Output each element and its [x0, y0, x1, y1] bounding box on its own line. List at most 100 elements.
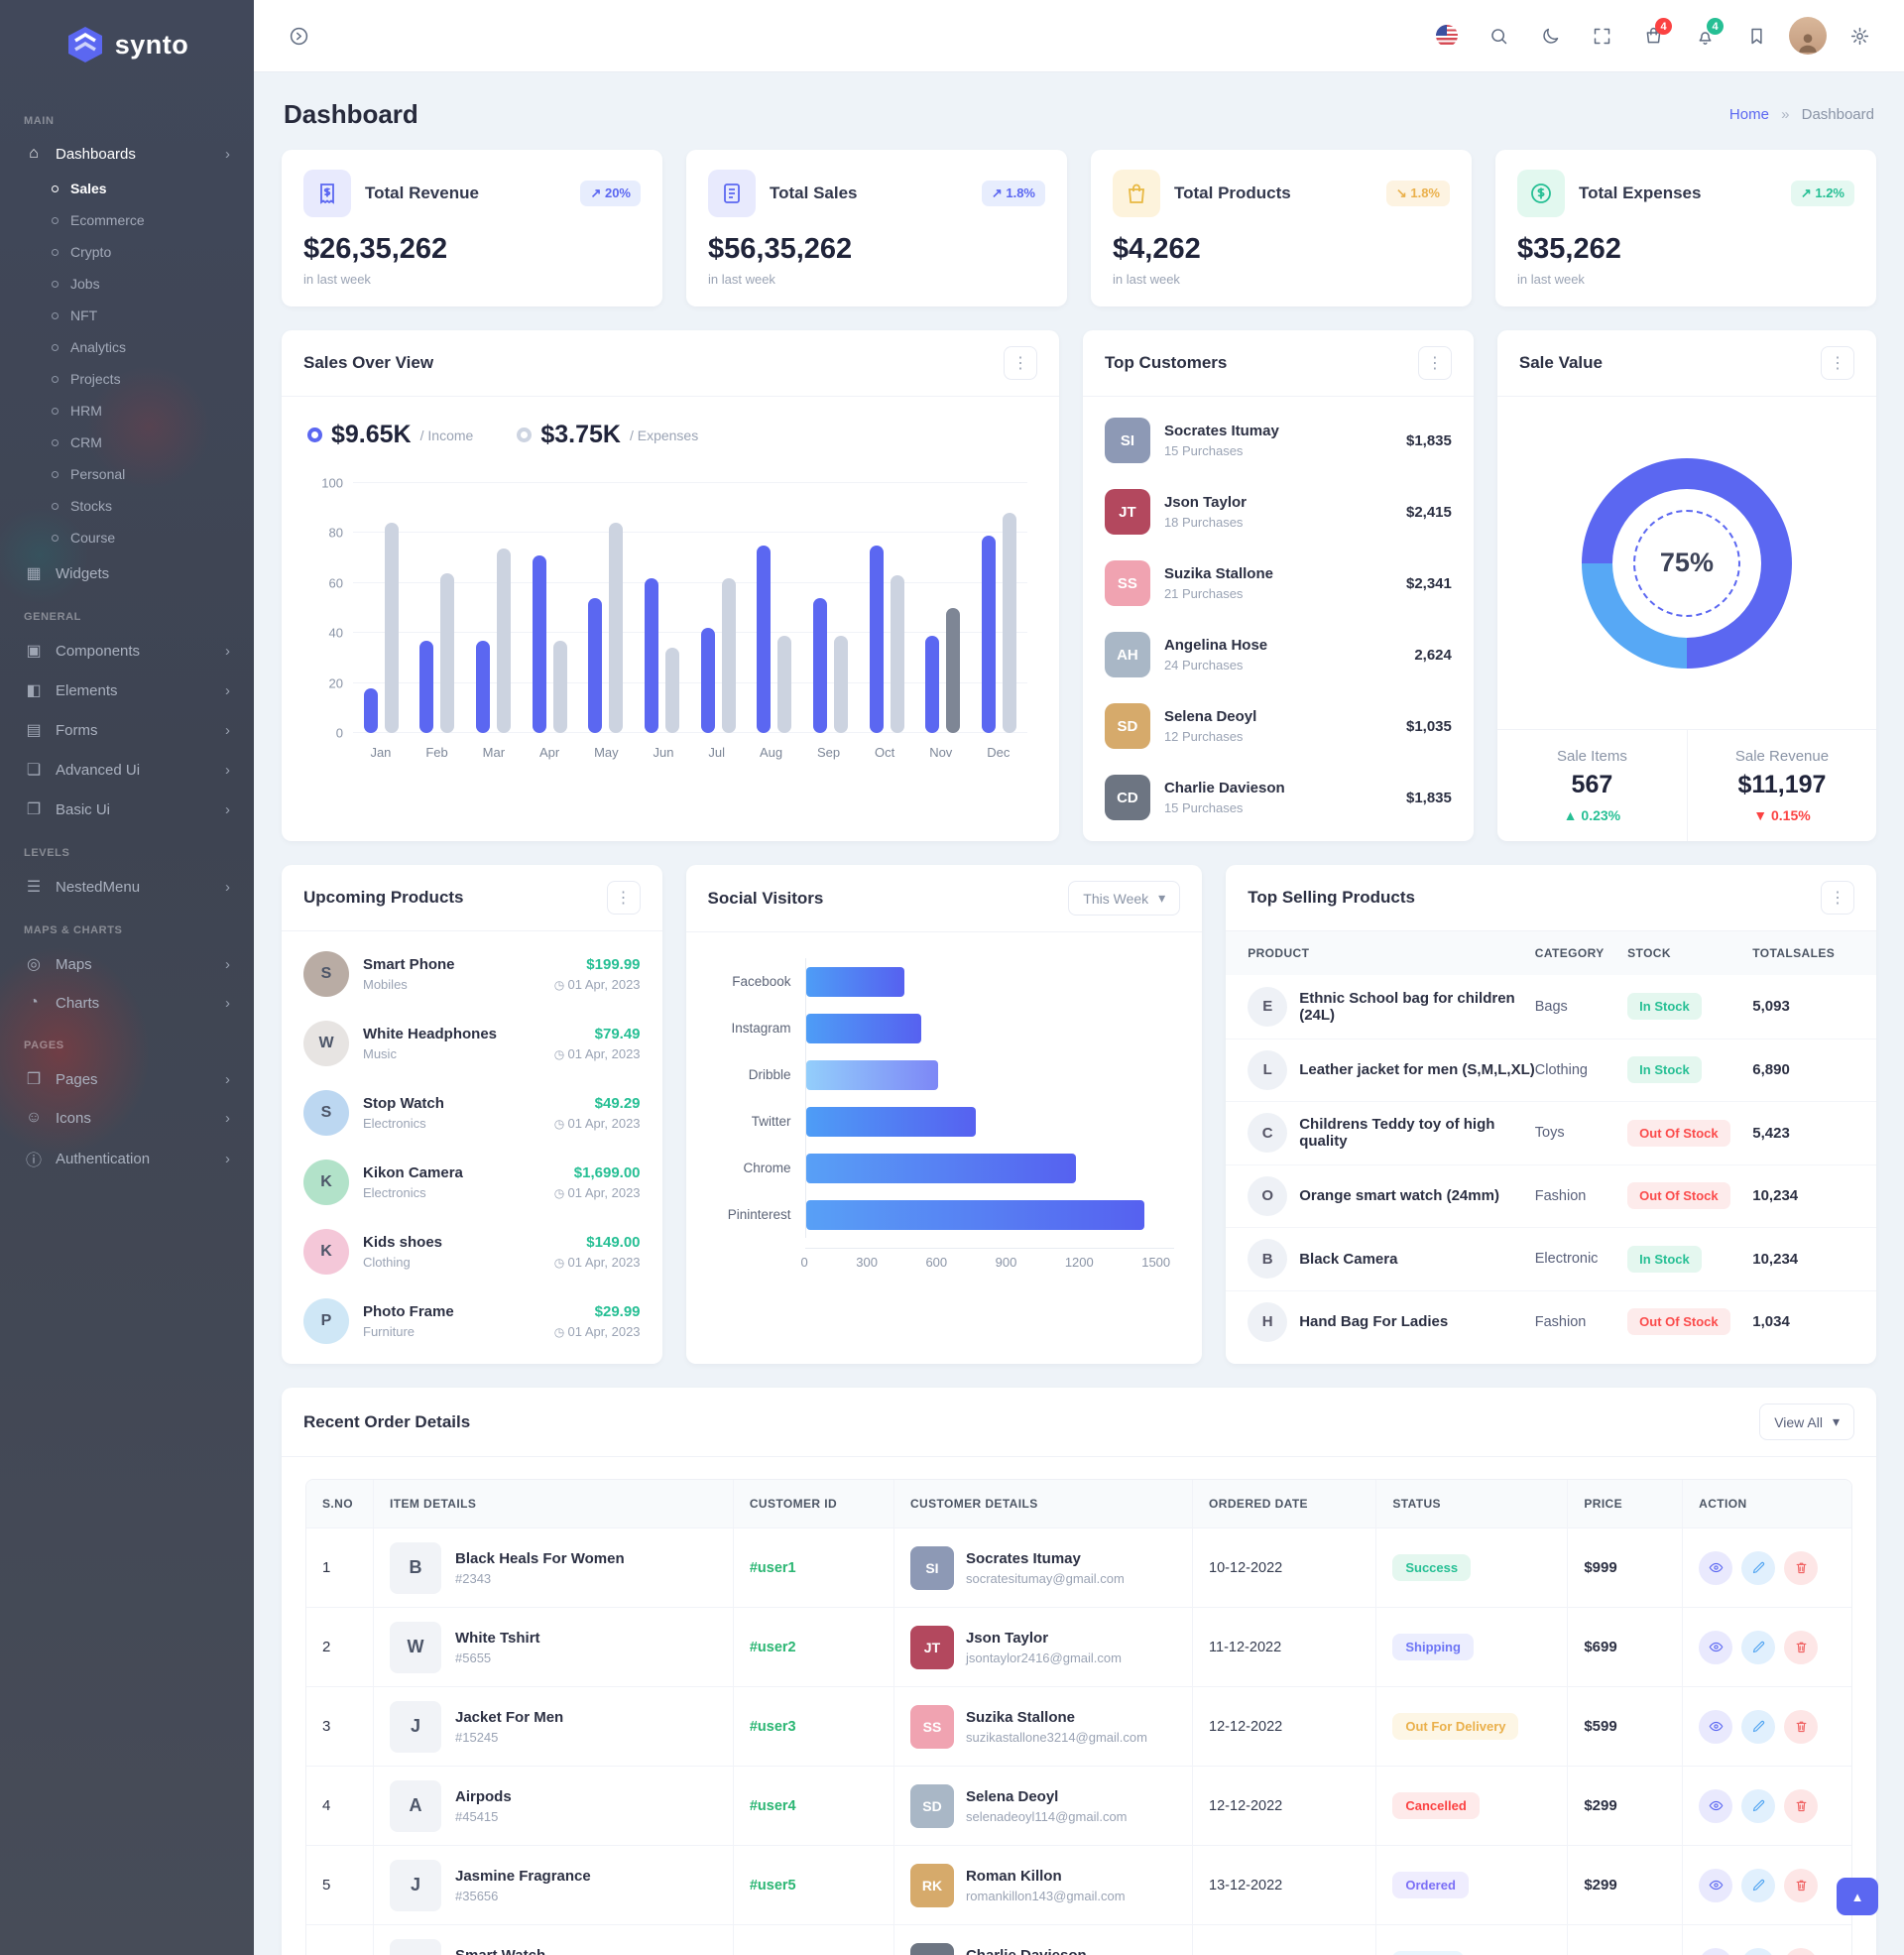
order-table-row[interactable]: 3 J Jacket For Men#15245 #user3 SS Suzik… — [306, 1686, 1851, 1766]
view-order-button[interactable] — [1699, 1631, 1732, 1664]
sidebar-item-pages[interactable]: ❒Pages› — [0, 1059, 254, 1099]
sidebar-item-icons[interactable]: ☺Icons› — [0, 1099, 254, 1137]
brand-logo[interactable]: synto — [0, 0, 254, 89]
view-all-button[interactable]: View All ▾ — [1759, 1404, 1854, 1440]
top-selling-row[interactable]: H Hand Bag For Ladies Fashion Out Of Sto… — [1226, 1290, 1876, 1354]
bookmark-icon[interactable] — [1737, 17, 1775, 55]
settings-gear-icon[interactable] — [1841, 17, 1878, 55]
stat-value: $26,35,262 — [303, 233, 641, 266]
panel-menu-button[interactable] — [1418, 346, 1452, 380]
product-date: 01 Apr, 2023 — [554, 1046, 641, 1061]
customer-name: Selena Deoyl — [966, 1788, 1058, 1805]
sidebar-subitem-jobs[interactable]: Jobs — [0, 268, 254, 300]
upcoming-product-row[interactable]: S Smart Phone Mobiles $199.99 01 Apr, 20… — [282, 939, 662, 1009]
order-table-row[interactable]: 1 B Black Heals For Women#2343 #user1 SI… — [306, 1527, 1851, 1607]
sidebar-item-nestedmenu[interactable]: ☰NestedMenu› — [0, 867, 254, 907]
edit-order-button[interactable] — [1741, 1551, 1775, 1585]
edit-order-button[interactable] — [1741, 1789, 1775, 1823]
sidebar-item-components[interactable]: ▣Components› — [0, 631, 254, 671]
delete-order-button[interactable] — [1784, 1948, 1818, 1955]
avatar: SD — [1105, 703, 1150, 749]
item-thumbnail: A — [390, 1780, 441, 1832]
sidebar-item-authentication[interactable]: ⓘAuthentication› — [0, 1137, 254, 1180]
sidebar-item-maps[interactable]: ◎Maps› — [0, 944, 254, 984]
bullet-icon — [52, 344, 59, 351]
customer-row[interactable]: SS Suzika Stallone 21 Purchases $2,341 — [1083, 548, 1474, 619]
edit-order-button[interactable] — [1741, 1631, 1775, 1664]
view-order-button[interactable] — [1699, 1789, 1732, 1823]
order-table-row[interactable]: 2 W White Tshirt#5655 #user2 JT Json Tay… — [306, 1607, 1851, 1686]
chevron-right-icon: › — [225, 1151, 230, 1167]
sidebar-subitem-nft[interactable]: NFT — [0, 300, 254, 331]
sidebar-subitem-sales[interactable]: Sales — [0, 173, 254, 204]
panel-menu-button[interactable] — [1821, 881, 1854, 915]
upcoming-product-row[interactable]: K Kikon Camera Electronics $1,699.00 01 … — [282, 1148, 662, 1217]
sidebar-item-label: Maps — [56, 956, 213, 973]
customer-row[interactable]: JT Json Taylor 18 Purchases $2,415 — [1083, 476, 1474, 548]
delete-order-button[interactable] — [1784, 1631, 1818, 1664]
fullscreen-icon[interactable] — [1583, 17, 1620, 55]
customer-row[interactable]: SI Socrates Itumay 15 Purchases $1,835 — [1083, 405, 1474, 476]
search-icon[interactable] — [1480, 17, 1517, 55]
breadcrumb-home-link[interactable]: Home — [1729, 106, 1769, 123]
delete-order-button[interactable] — [1784, 1710, 1818, 1744]
sidebar-subitem-ecommerce[interactable]: Ecommerce — [0, 204, 254, 236]
upcoming-product-row[interactable]: P Photo Frame Furniture $29.99 01 Apr, 2… — [282, 1286, 662, 1356]
language-flag-icon[interactable] — [1428, 17, 1466, 55]
order-table-row[interactable]: 6 S Smart Watch#622545 #user6 CD Charlie… — [306, 1924, 1851, 1955]
sidebar-subitem-hrm[interactable]: HRM — [0, 395, 254, 427]
top-selling-row[interactable]: B Black Camera Electronic In Stock 10,23… — [1226, 1227, 1876, 1290]
customer-id: #user4 — [750, 1798, 796, 1814]
top-selling-row[interactable]: L Leather jacket for men (S,M,L,XL) Clot… — [1226, 1039, 1876, 1102]
scroll-to-top-button[interactable]: ▲ — [1837, 1878, 1878, 1915]
view-order-button[interactable] — [1699, 1869, 1732, 1902]
social-bar — [806, 967, 904, 997]
customer-row[interactable]: AH Angelina Hose 24 Purchases 2,624 — [1083, 619, 1474, 690]
sidebar-item-elements[interactable]: ◧Elements› — [0, 671, 254, 710]
order-table-row[interactable]: 4 A Airpods#45415 #user4 SD Selena Deoyl… — [306, 1766, 1851, 1845]
view-order-button[interactable] — [1699, 1948, 1732, 1955]
delete-order-button[interactable] — [1784, 1869, 1818, 1902]
dark-mode-moon-icon[interactable] — [1531, 17, 1569, 55]
upcoming-product-row[interactable]: K Kids shoes Clothing $149.00 01 Apr, 20… — [282, 1217, 662, 1286]
sidebar-subitem-projects[interactable]: Projects — [0, 363, 254, 395]
total-sales-value: 10,234 — [1752, 1187, 1854, 1204]
sidebar-item-advanced-ui[interactable]: ❏Advanced Ui› — [0, 750, 254, 790]
delete-order-button[interactable] — [1784, 1551, 1818, 1585]
panel-menu-button[interactable] — [1821, 346, 1854, 380]
week-filter-select[interactable]: This Week ▾ — [1068, 881, 1180, 916]
upcoming-product-row[interactable]: W White Headphones Music $79.49 01 Apr, … — [282, 1009, 662, 1078]
panel-menu-button[interactable] — [1004, 346, 1037, 380]
sidebar-item-dashboards[interactable]: ⌂Dashboards› — [0, 135, 254, 173]
sidebar-subitem-crm[interactable]: CRM — [0, 427, 254, 458]
cart-icon[interactable]: 4 — [1634, 17, 1672, 55]
sidebar-subitem-stocks[interactable]: Stocks — [0, 490, 254, 522]
edit-order-button[interactable] — [1741, 1869, 1775, 1902]
sidebar-item-forms[interactable]: ▤Forms› — [0, 710, 254, 750]
top-selling-row[interactable]: E Ethnic School bag for children (24L) B… — [1226, 975, 1876, 1039]
sidebar-subitem-course[interactable]: Course — [0, 522, 254, 553]
notifications-bell-icon[interactable]: 4 — [1686, 17, 1724, 55]
bar-track — [805, 1191, 1175, 1238]
edit-order-button[interactable] — [1741, 1948, 1775, 1955]
upcoming-product-row[interactable]: S Stop Watch Electronics $49.29 01 Apr, … — [282, 1078, 662, 1148]
sidebar-toggle-icon[interactable] — [280, 17, 317, 55]
sidebar-subitem-personal[interactable]: Personal — [0, 458, 254, 490]
customer-row[interactable]: SD Selena Deoyl 12 Purchases $1,035 — [1083, 690, 1474, 762]
order-table-row[interactable]: 5 J Jasmine Fragrance#35656 #user5 RK Ro… — [306, 1845, 1851, 1924]
top-selling-row[interactable]: O Orange smart watch (24mm) Fashion Out … — [1226, 1164, 1876, 1228]
sidebar-item-basic-ui[interactable]: ❐Basic Ui› — [0, 790, 254, 829]
view-order-button[interactable] — [1699, 1710, 1732, 1744]
stat-trend-badge: ↘ 1.8% — [1386, 181, 1450, 206]
top-selling-row[interactable]: C Childrens Teddy toy of high quality To… — [1226, 1101, 1876, 1164]
edit-order-button[interactable] — [1741, 1710, 1775, 1744]
panel-menu-button[interactable] — [607, 881, 641, 915]
sidebar-subitem-crypto[interactable]: Crypto — [0, 236, 254, 268]
sidebar-item-widgets[interactable]: ▦Widgets — [0, 553, 254, 593]
view-order-button[interactable] — [1699, 1551, 1732, 1585]
sidebar-item-charts[interactable]: ◔Charts› — [0, 984, 254, 1022]
sidebar-subitem-analytics[interactable]: Analytics — [0, 331, 254, 363]
customer-row[interactable]: CD Charlie Davieson 15 Purchases $1,835 — [1083, 762, 1474, 833]
user-avatar[interactable] — [1789, 17, 1827, 55]
delete-order-button[interactable] — [1784, 1789, 1818, 1823]
